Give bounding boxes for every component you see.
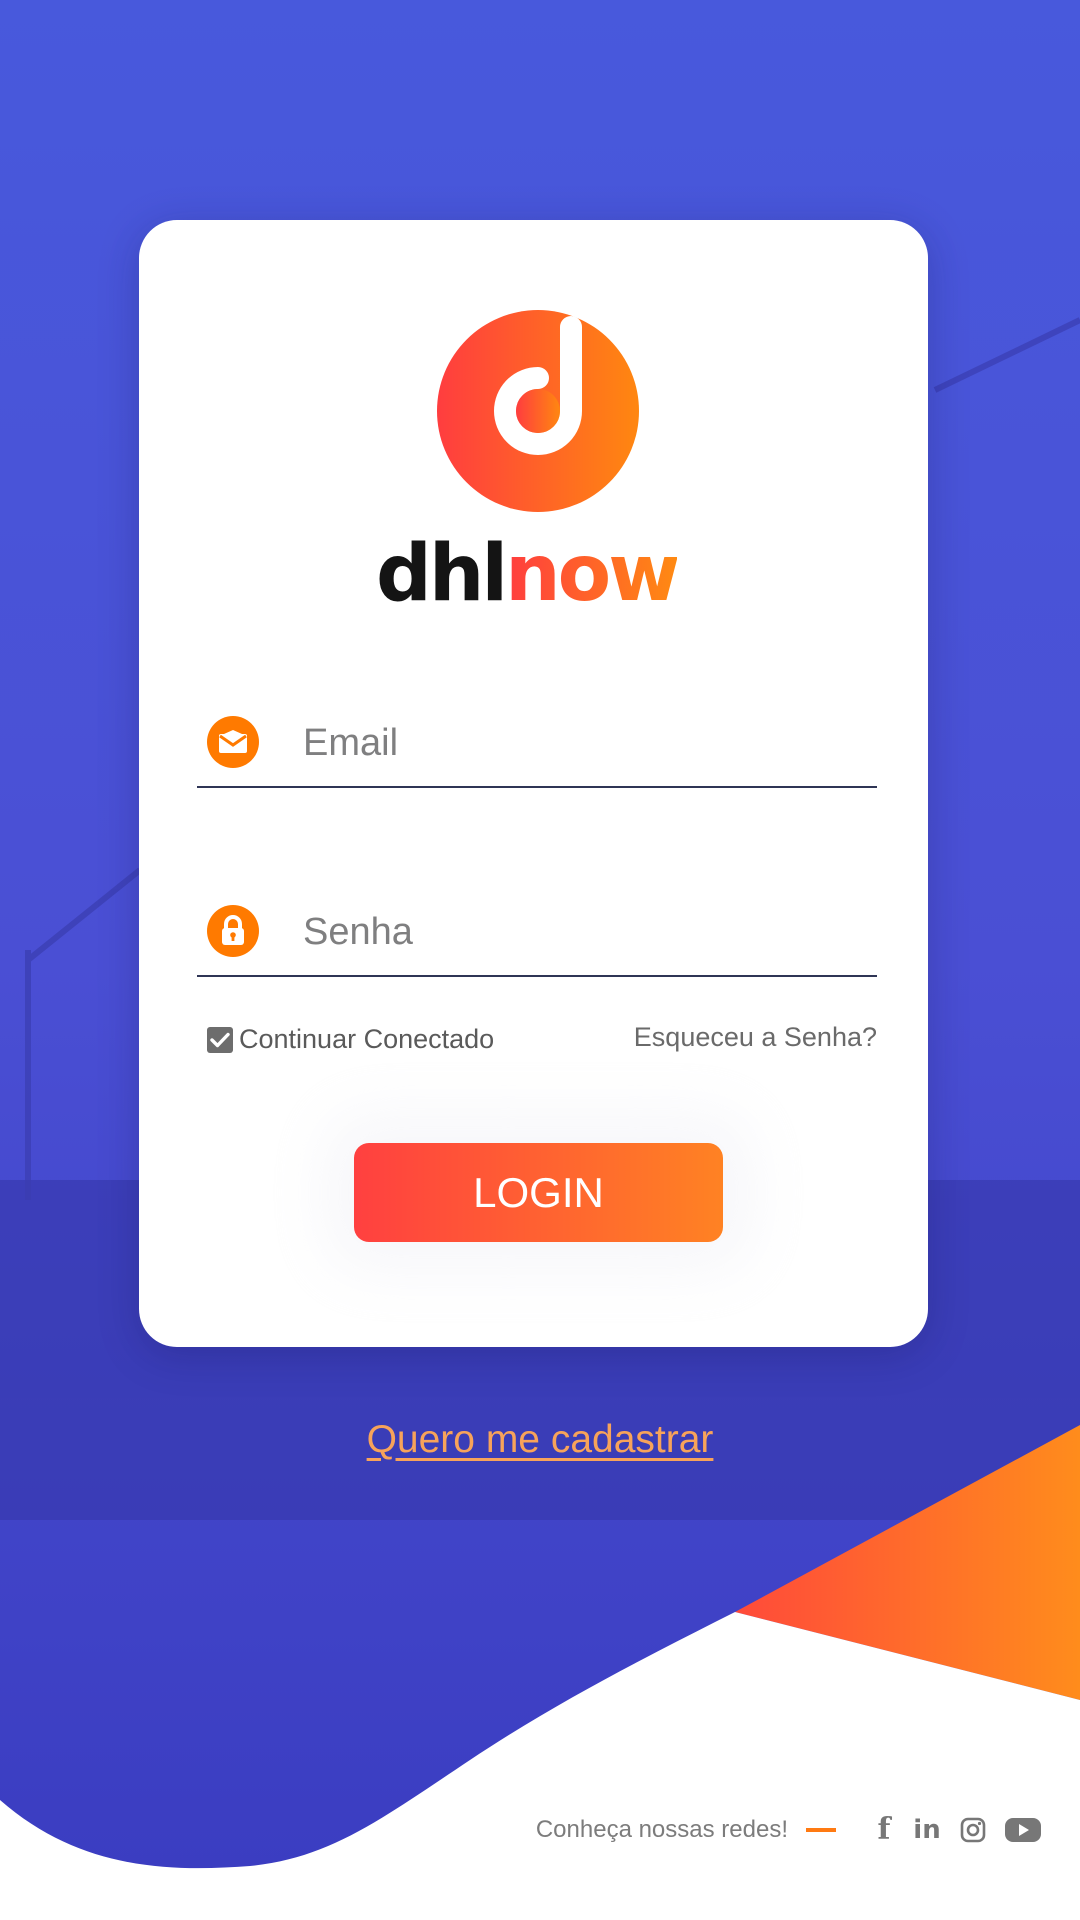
facebook-icon[interactable]: f [874,1812,894,1847]
envelope-icon [207,716,259,768]
brand-name-dark: dhl [376,529,508,619]
brand-wordmark: dhlnow [376,535,680,613]
social-label: Conheça nossas redes! [535,1815,788,1843]
register-section: Quero me cadastrar [0,1418,1080,1462]
forgot-password-link[interactable]: Esqueceu a Senha? [634,1022,877,1053]
youtube-icon[interactable] [1004,1816,1042,1844]
password-input[interactable] [301,899,865,965]
email-underline [197,786,877,788]
remember-me-label: Continuar Conectado [239,1024,495,1054]
brand-name-accent: now [505,529,680,619]
login-button[interactable]: LOGIN [354,1143,723,1242]
dhlnow-logo-icon [437,310,639,512]
lock-icon [207,905,259,957]
instagram-icon[interactable] [960,1817,986,1843]
social-divider [806,1827,836,1832]
social-bar: Conheça nossas redes! f in [536,1812,1042,1847]
checkbox-checked-icon[interactable] [207,1026,233,1053]
linkedin-icon[interactable]: in [912,1815,942,1845]
register-link[interactable]: Quero me cadastrar [367,1418,714,1461]
remember-me-checkbox[interactable]: Continuar Conectado [207,1024,494,1055]
email-field [197,704,877,788]
password-underline [197,975,877,977]
password-field [197,893,877,977]
email-input[interactable] [301,710,865,776]
